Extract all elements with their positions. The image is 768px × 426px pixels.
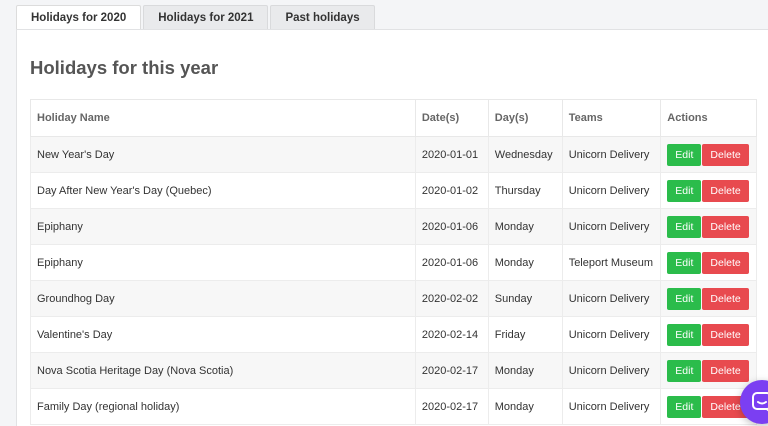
actions-cell: Edit Delete bbox=[660, 172, 757, 209]
day-cell: Friday bbox=[487, 316, 563, 353]
holiday-name-cell: Epiphany bbox=[30, 244, 416, 281]
holiday-name-cell: Groundhog Day bbox=[30, 280, 416, 317]
table-row: Epiphany 2020-01-06 Monday Teleport Museum E… bbox=[30, 244, 757, 281]
actions-cell: Edit Delete bbox=[660, 280, 757, 317]
actions-cell: Edit Delete bbox=[660, 316, 757, 353]
actions-cell: Edit Delete bbox=[660, 136, 757, 173]
delete-button[interactable]: Delete bbox=[702, 215, 749, 238]
edit-button[interactable]: Edit bbox=[667, 179, 702, 202]
holidays-panel: Holidays for this year Holiday Name Date… bbox=[16, 29, 768, 426]
delete-button[interactable]: Delete bbox=[702, 143, 749, 166]
header-days: Day(s) bbox=[487, 99, 563, 137]
delete-button[interactable]: Delete bbox=[702, 359, 749, 382]
team-cell: Unicorn Delivery bbox=[561, 280, 662, 317]
actions-cell: Edit Delete bbox=[660, 208, 757, 245]
table-row: Epiphany 2020-01-06 Monday Unicorn Delivery… bbox=[30, 208, 757, 245]
team-cell: Unicorn Delivery bbox=[561, 352, 662, 389]
delete-button[interactable]: Delete bbox=[702, 251, 749, 274]
table-row: Groundhog Day 2020-02-02 Sunday Unicorn Del… bbox=[30, 280, 757, 317]
tab-holidays-2020[interactable]: Holidays for 2020 bbox=[16, 5, 142, 31]
holiday-name-cell: Day After New Year's Day (Quebec) bbox=[30, 172, 416, 209]
edit-button[interactable]: Edit bbox=[667, 215, 702, 238]
date-cell: 2020-01-06 bbox=[414, 208, 489, 245]
date-cell: 2020-02-02 bbox=[414, 280, 489, 317]
actions-cell: Edit Delete bbox=[660, 352, 757, 389]
day-cell: Monday bbox=[487, 244, 563, 281]
day-cell: Monday bbox=[487, 208, 563, 245]
team-cell: Unicorn Delivery bbox=[561, 388, 662, 425]
date-cell: 2020-01-06 bbox=[414, 244, 489, 281]
date-cell: 2020-01-02 bbox=[414, 172, 489, 209]
day-cell: Monday bbox=[487, 352, 563, 389]
day-cell: Sunday bbox=[487, 280, 563, 317]
date-cell: 2020-02-14 bbox=[414, 316, 489, 353]
header-actions: Actions bbox=[660, 99, 757, 137]
page-title: Holidays for this year bbox=[30, 57, 219, 78]
tab-bar: Holidays for 2020 Holidays for 2021 Past… bbox=[16, 5, 377, 31]
delete-button[interactable]: Delete bbox=[702, 179, 749, 202]
table-header-row: Holiday Name Date(s) Day(s) Teams Action… bbox=[30, 99, 757, 137]
delete-button[interactable]: Delete bbox=[702, 287, 749, 310]
table-row: Valentine's Day 2020-02-14 Friday Unicorn D… bbox=[30, 316, 757, 353]
edit-button[interactable]: Edit bbox=[667, 395, 702, 418]
edit-button[interactable]: Edit bbox=[667, 251, 702, 274]
day-cell: Monday bbox=[487, 388, 563, 425]
edit-button[interactable]: Edit bbox=[667, 323, 702, 346]
tab-holidays-2021[interactable]: Holidays for 2021 bbox=[143, 5, 269, 29]
holiday-name-cell: Family Day (regional holiday) bbox=[30, 388, 416, 425]
table-row: Nova Scotia Heritage Day (Nova Scotia) 20… bbox=[30, 352, 757, 389]
date-cell: 2020-01-01 bbox=[414, 136, 489, 173]
edit-button[interactable]: Edit bbox=[667, 359, 702, 382]
team-cell: Teleport Museum bbox=[561, 244, 662, 281]
team-cell: Unicorn Delivery bbox=[561, 136, 662, 173]
team-cell: Unicorn Delivery bbox=[561, 316, 662, 353]
header-teams: Teams bbox=[561, 99, 662, 137]
date-cell: 2020-02-17 bbox=[414, 388, 489, 425]
holiday-name-cell: Nova Scotia Heritage Day (Nova Scotia) bbox=[30, 352, 416, 389]
header-dates: Date(s) bbox=[414, 99, 489, 137]
delete-button[interactable]: Delete bbox=[702, 323, 749, 346]
holiday-name-cell: New Year's Day bbox=[30, 136, 416, 173]
actions-cell: Edit Delete bbox=[660, 244, 757, 281]
team-cell: Unicorn Delivery bbox=[561, 172, 662, 209]
page: Holidays for 2020 Holidays for 2021 Past… bbox=[16, 0, 768, 426]
header-holiday-name: Holiday Name bbox=[30, 99, 416, 137]
table-row: Day After New Year's Day (Quebec) 2020-01… bbox=[30, 172, 757, 209]
day-cell: Thursday bbox=[487, 172, 563, 209]
holidays-table: Holiday Name Date(s) Day(s) Teams Action… bbox=[30, 99, 757, 425]
day-cell: Wednesday bbox=[487, 136, 563, 173]
table-row: Family Day (regional holiday) 2020-02-17 M… bbox=[30, 388, 757, 425]
holiday-name-cell: Epiphany bbox=[30, 208, 416, 245]
table-body: New Year's Day 2020-01-01 Wednesday Unicorn… bbox=[30, 136, 757, 425]
edit-button[interactable]: Edit bbox=[667, 287, 702, 310]
team-cell: Unicorn Delivery bbox=[561, 208, 662, 245]
table-row: New Year's Day 2020-01-01 Wednesday Unicorn… bbox=[30, 136, 757, 173]
chat-icon bbox=[752, 392, 768, 412]
edit-button[interactable]: Edit bbox=[667, 143, 702, 166]
holiday-name-cell: Valentine's Day bbox=[30, 316, 416, 353]
tab-past-holidays[interactable]: Past holidays bbox=[270, 5, 375, 29]
date-cell: 2020-02-17 bbox=[414, 352, 489, 389]
